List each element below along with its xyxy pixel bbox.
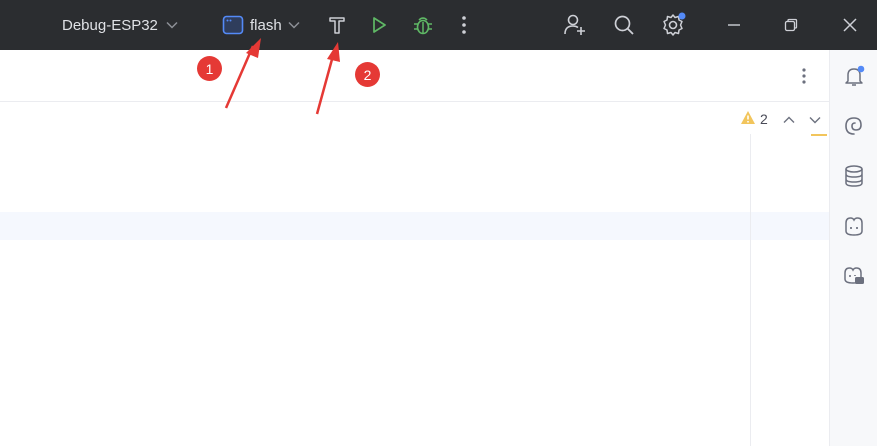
annotation-badge-1: 1: [197, 56, 222, 81]
annotation-badge-2: 2: [355, 62, 380, 87]
annotation-arrow-1: [224, 45, 255, 109]
annotation-arrowhead-2: [327, 42, 340, 62]
annotation-arrow-2: [315, 51, 336, 115]
annotation-arrows: [224, 38, 340, 115]
